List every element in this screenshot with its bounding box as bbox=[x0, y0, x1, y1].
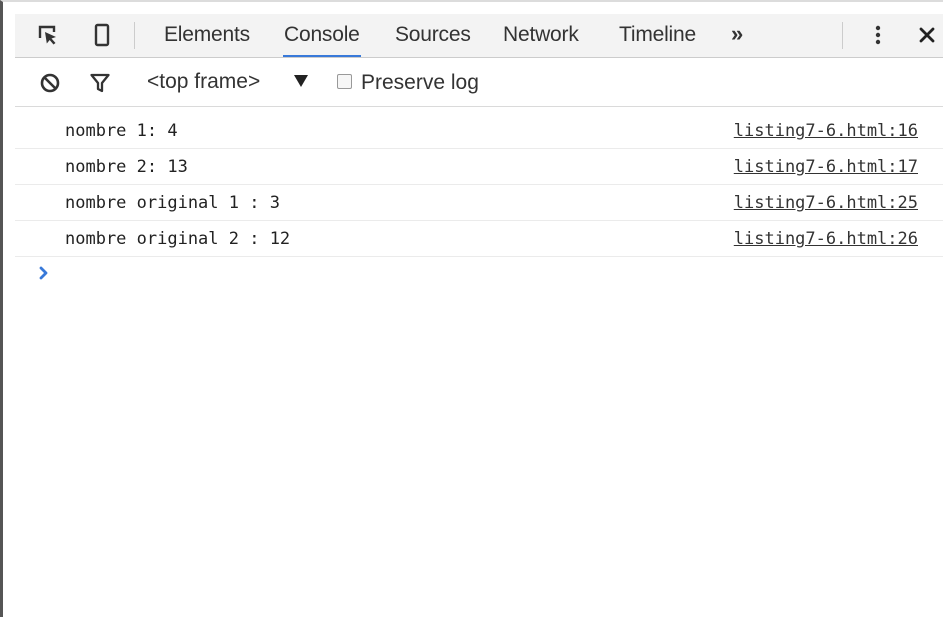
console-input[interactable] bbox=[63, 261, 923, 287]
kebab-menu-icon[interactable] bbox=[865, 21, 891, 49]
close-icon[interactable] bbox=[914, 21, 940, 49]
source-link[interactable]: listing7-6.html:26 bbox=[734, 221, 918, 257]
devtools-window: Elements Console Sources Network Timelin… bbox=[0, 0, 943, 617]
device-mode-icon[interactable] bbox=[89, 21, 115, 49]
clear-console-icon[interactable] bbox=[36, 69, 64, 97]
source-link[interactable]: listing7-6.html:17 bbox=[734, 149, 918, 185]
console-message: nombre 1: 4 listing7-6.html:16 bbox=[15, 113, 943, 149]
console-messages: nombre 1: 4 listing7-6.html:16 nombre 2:… bbox=[15, 113, 943, 291]
filter-icon[interactable] bbox=[86, 69, 114, 97]
toolbar-divider bbox=[842, 22, 843, 49]
tab-timeline[interactable]: Timeline bbox=[619, 14, 696, 57]
source-link[interactable]: listing7-6.html:16 bbox=[734, 113, 918, 149]
more-tabs-button[interactable]: » bbox=[731, 14, 743, 57]
toolbar-divider bbox=[134, 22, 135, 49]
tab-network[interactable]: Network bbox=[503, 14, 579, 57]
console-toolbar: <top frame> Preserve log bbox=[15, 59, 943, 107]
devtools-tab-bar: Elements Console Sources Network Timelin… bbox=[15, 14, 943, 58]
tab-console[interactable]: Console bbox=[283, 14, 361, 57]
source-link[interactable]: listing7-6.html:25 bbox=[734, 185, 918, 221]
preserve-log-toggle[interactable]: Preserve log bbox=[337, 59, 479, 106]
console-message: nombre 2: 13 listing7-6.html:17 bbox=[15, 149, 943, 185]
console-message: nombre original 2 : 12 listing7-6.html:2… bbox=[15, 221, 943, 257]
console-message-text: nombre original 1 : 3 bbox=[65, 193, 280, 213]
console-message-text: nombre original 2 : 12 bbox=[65, 229, 291, 249]
prompt-chevron-icon bbox=[39, 266, 48, 280]
tab-elements[interactable]: Elements bbox=[164, 14, 250, 57]
console-message: nombre original 1 : 3 listing7-6.html:25 bbox=[15, 185, 943, 221]
console-prompt bbox=[15, 257, 943, 291]
chevron-down-icon[interactable] bbox=[294, 75, 308, 87]
tab-sources[interactable]: Sources bbox=[395, 14, 471, 57]
console-message-text: nombre 1: 4 bbox=[65, 121, 178, 141]
context-selector[interactable]: <top frame> bbox=[147, 59, 260, 106]
preserve-log-checkbox[interactable] bbox=[337, 74, 352, 89]
preserve-log-label: Preserve log bbox=[361, 70, 479, 94]
console-message-text: nombre 2: 13 bbox=[65, 157, 188, 177]
inspect-element-icon[interactable] bbox=[35, 21, 61, 49]
